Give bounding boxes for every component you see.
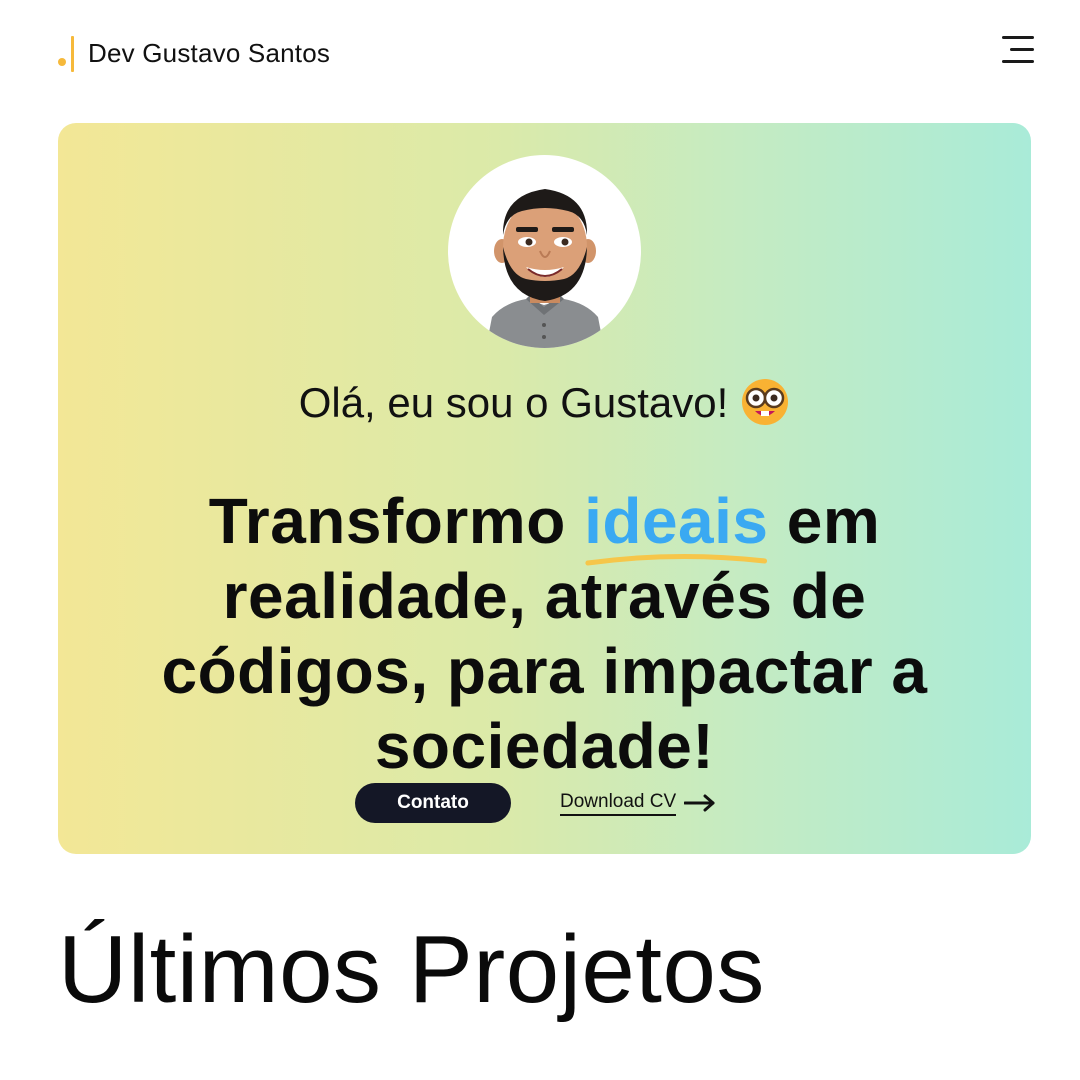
download-cv-label: Download CV bbox=[560, 791, 677, 816]
bitmoji-avatar-icon bbox=[486, 189, 604, 348]
headline-before: Transformo bbox=[208, 484, 585, 557]
hero-headline: Transformo ideais em realidade, através … bbox=[98, 484, 991, 784]
page: Dev Gustavo Santos Olá, eu sou o Gustavo… bbox=[0, 0, 1080, 1080]
avatar bbox=[448, 155, 641, 348]
contact-button[interactable]: Contato bbox=[355, 783, 511, 823]
download-cv-link[interactable]: Download CV bbox=[560, 787, 716, 819]
site-header: Dev Gustavo Santos bbox=[0, 0, 1080, 110]
underline-swoosh-icon bbox=[585, 553, 768, 566]
nerd-face-emoji-icon bbox=[742, 379, 789, 425]
latest-projects-title: Últimos Projetos bbox=[58, 916, 765, 1023]
logo-bar-icon bbox=[71, 36, 74, 72]
greeting: Olá, eu sou o Gustavo! bbox=[58, 377, 1031, 427]
headline-highlight: ideais bbox=[584, 484, 769, 566]
logo-text: Dev Gustavo Santos bbox=[88, 38, 331, 68]
arrow-right-icon bbox=[684, 794, 715, 812]
greeting-text: Olá, eu sou o Gustavo! bbox=[298, 379, 729, 426]
hamburger-menu-icon[interactable] bbox=[1000, 34, 1034, 68]
headline-highlight-text: ideais bbox=[584, 484, 769, 557]
hero-card: Olá, eu sou o Gustavo! Transformo ideais… bbox=[58, 123, 1031, 854]
logo-dot-icon bbox=[58, 58, 66, 66]
